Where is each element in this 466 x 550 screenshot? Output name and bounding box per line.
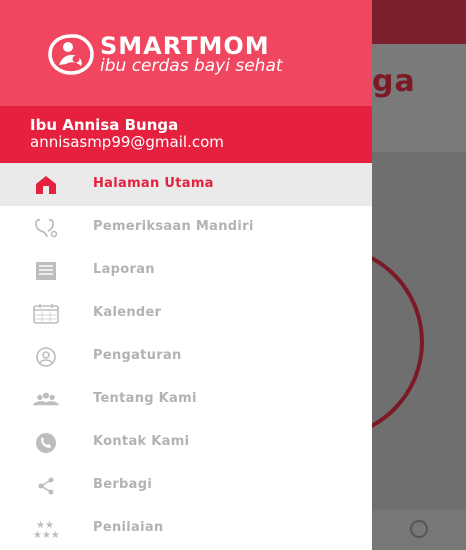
menu-item-label: Pemeriksaan Mandiri [93,219,254,234]
background-header-title: ga [372,64,416,99]
menu-item-pemeriksaan-mandiri[interactable]: Pemeriksaan Mandiri [0,206,372,249]
share-icon [32,475,60,497]
menu-item-label: Halaman Utama [93,176,214,191]
menu-item-label: Kalender [93,305,162,320]
app-logo: SMARTMOM ibu cerdas bayi sehat [46,32,336,80]
drawer-menu: Halaman Utama Pemeriksaan Mandiri Lapora… [0,163,372,550]
stethoscope-icon [32,217,60,239]
menu-item-label: Penilaian [93,520,164,535]
home-icon [32,174,60,196]
calendar-icon [32,303,60,325]
user-email: annisasmp99@gmail.com [30,133,224,151]
mother-baby-logo-icon [48,34,94,75]
menu-item-penilaian[interactable]: ★★ ★★★ Penilaian [0,507,372,550]
stars-icon: ★★ ★★★ [32,518,60,540]
menu-item-laporan[interactable]: Laporan [0,249,372,292]
svg-text:★★★: ★★★ [33,530,59,540]
app-tagline: ibu cerdas bayi sehat [100,56,283,76]
navigation-drawer: SMARTMOM ibu cerdas bayi sehat Ibu Annis… [0,0,372,550]
user-name: Ibu Annisa Bunga [30,116,179,134]
menu-item-label: Kontak Kami [93,434,190,449]
group-icon [32,389,60,411]
menu-item-tentang-kami[interactable]: Tentang Kami [0,378,372,421]
menu-item-label: Laporan [93,262,155,277]
menu-item-pengaturan[interactable]: Pengaturan [0,335,372,378]
menu-item-label: Berbagi [93,477,153,492]
menu-item-label: Pengaturan [93,348,182,363]
background-profile-icon [410,520,428,538]
menu-item-label: Tentang Kami [93,391,197,406]
report-icon [32,260,60,282]
menu-item-berbagi[interactable]: Berbagi [0,464,372,507]
menu-item-halaman-utama[interactable]: Halaman Utama [0,163,372,206]
phone-icon [32,432,60,454]
user-settings-icon [32,346,60,368]
menu-item-kontak-kami[interactable]: Kontak Kami [0,421,372,464]
menu-item-kalender[interactable]: Kalender [0,292,372,335]
drawer-header: SMARTMOM ibu cerdas bayi sehat [0,0,372,106]
